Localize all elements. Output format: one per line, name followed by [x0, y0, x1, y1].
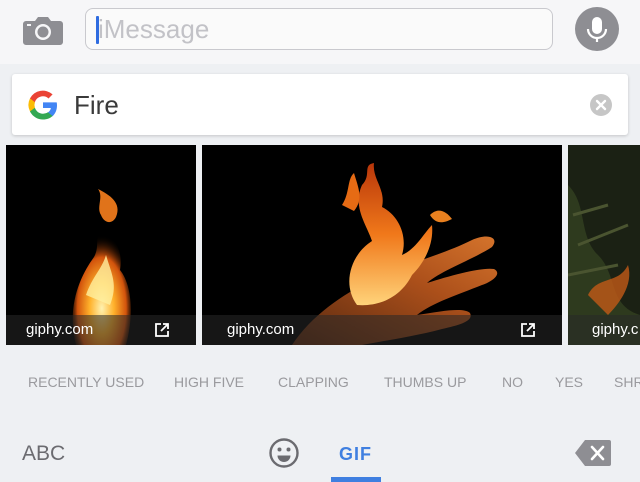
category-shrug[interactable]: SHR — [614, 374, 640, 390]
search-query[interactable]: Fire — [74, 90, 119, 120]
external-link-icon[interactable] — [154, 322, 170, 338]
clear-icon — [595, 99, 607, 111]
microphone-icon — [586, 17, 608, 42]
category-recently-used[interactable]: RECENTLY USED — [28, 374, 144, 390]
gif-result[interactable]: giphy.com — [6, 145, 196, 345]
message-composer-bar — [0, 0, 640, 64]
gif-footer: giphy.com — [6, 315, 196, 345]
category-high-five[interactable]: HIGH FIVE — [174, 374, 244, 390]
keyboard-mode-bar: ABC GIF — [0, 422, 640, 482]
gif-footer: giphy.c — [568, 315, 640, 345]
backspace-icon[interactable] — [574, 439, 612, 467]
gif-result[interactable]: giphy.c — [568, 145, 640, 345]
gif-source: giphy.com — [227, 321, 295, 338]
google-logo — [28, 90, 57, 120]
emoji-icon[interactable] — [268, 437, 300, 469]
abc-keyboard-button[interactable]: ABC — [22, 442, 65, 466]
gif-search-box[interactable]: Fire — [12, 74, 628, 135]
gif-result[interactable]: giphy.com — [202, 145, 562, 345]
category-clapping[interactable]: CLAPPING — [278, 374, 349, 390]
gif-tab[interactable]: GIF — [339, 444, 372, 465]
category-no[interactable]: NO — [502, 374, 523, 390]
message-input[interactable] — [85, 8, 553, 50]
text-cursor — [96, 16, 99, 44]
gif-tab-indicator — [331, 477, 381, 482]
gif-source: giphy.com — [26, 321, 94, 338]
category-thumbs-up[interactable]: THUMBS UP — [384, 374, 466, 390]
clear-search-button[interactable] — [590, 94, 612, 116]
microphone-button[interactable] — [575, 7, 619, 51]
external-link-icon[interactable] — [520, 322, 536, 338]
gif-footer: giphy.com — [202, 315, 562, 345]
gif-source: giphy.c — [592, 321, 639, 338]
gif-category-bar[interactable]: RECENTLY USED HIGH FIVE CLAPPING THUMBS … — [0, 364, 640, 404]
camera-icon[interactable] — [22, 14, 64, 46]
category-yes[interactable]: YES — [555, 374, 583, 390]
